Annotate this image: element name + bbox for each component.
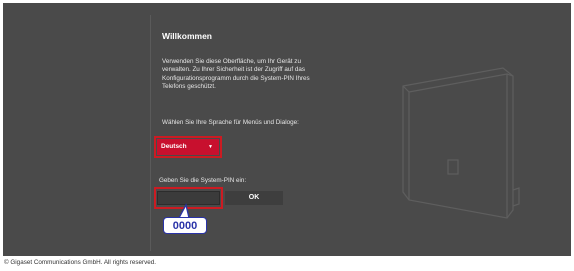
- base-station-image: [402, 67, 520, 219]
- language-prompt: Wählen Sie Ihre Sprache für Menüs und Di…: [162, 119, 299, 126]
- copyright-text: © Gigaset Communications GmbH. All right…: [4, 259, 156, 266]
- caret-down-icon: ▼: [208, 144, 213, 150]
- pin-input[interactable]: [157, 191, 220, 205]
- divider: [150, 15, 151, 251]
- intro-text: Verwenden Sie diese Oberfläche, um Ihr G…: [162, 58, 310, 90]
- page-title: Willkommen: [162, 31, 212, 41]
- ok-button[interactable]: OK: [225, 191, 283, 205]
- pin-hint-callout: 0000: [163, 217, 207, 234]
- pin-prompt: Geben Sie die System-PIN ein:: [159, 177, 247, 184]
- language-select[interactable]: Deutsch ▼: [157, 139, 219, 155]
- language-select-value: Deutsch: [161, 143, 187, 150]
